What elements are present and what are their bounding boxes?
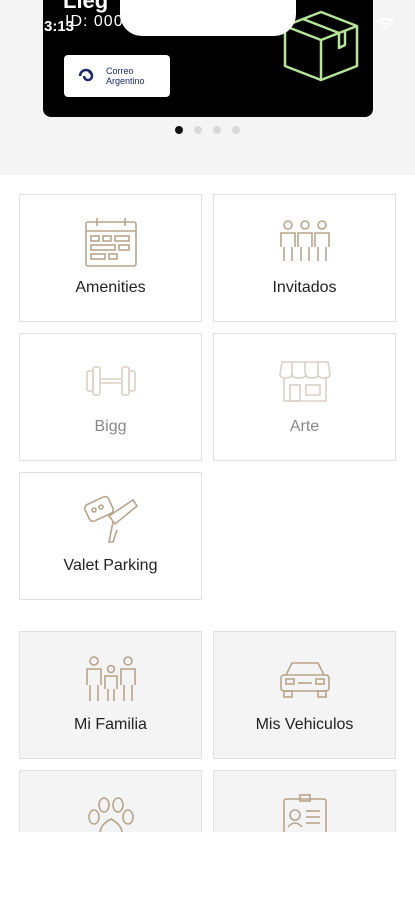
carousel-indicator[interactable] <box>0 126 415 134</box>
dumbbell-icon <box>85 366 136 396</box>
correo-logo-icon <box>78 68 94 82</box>
carousel-dot-2[interactable] <box>194 126 202 134</box>
tile-amenities-label: Amenities <box>75 279 146 296</box>
tile-bigg-label: Bigg <box>94 418 127 435</box>
status-time: 3:13 <box>44 18 75 35</box>
tile-arte-label: Arte <box>289 418 320 435</box>
storefront-icon <box>278 361 331 402</box>
tile-invitados[interactable]: Invitados <box>213 194 396 322</box>
tile-invitados-label: Invitados <box>272 279 337 296</box>
family-icon <box>85 656 136 701</box>
tile-valet-parking[interactable]: Valet Parking <box>19 472 202 600</box>
carousel-dot-1[interactable] <box>175 126 183 134</box>
tile-mis-vehiculos[interactable]: Mis Vehiculos <box>213 631 396 759</box>
status-icons <box>377 18 395 30</box>
tile-mis-vehiculos-label: Mis Vehiculos <box>255 716 354 733</box>
bottom-cover <box>0 832 415 900</box>
carousel-dot-3[interactable] <box>213 126 221 134</box>
tile-arte[interactable]: Arte <box>213 333 396 461</box>
guests-icon <box>279 220 330 261</box>
tile-amenities[interactable]: Amenities <box>19 194 202 322</box>
device-notch <box>120 0 296 36</box>
logo-line-1: Correo <box>106 66 134 76</box>
calendar-icon <box>84 218 137 267</box>
correo-argentino-logo: Correo Argentino <box>64 55 170 97</box>
tile-mi-familia[interactable]: Mi Familia <box>19 631 202 759</box>
tile-bigg[interactable]: Bigg <box>19 333 202 461</box>
car-icon <box>279 662 330 698</box>
wifi-icon <box>377 18 395 30</box>
tile-mi-familia-label: Mi Familia <box>74 716 147 733</box>
logo-line-2: Argentino <box>106 76 145 86</box>
tile-valet-parking-label: Valet Parking <box>63 557 158 574</box>
carousel-dot-4[interactable] <box>232 126 240 134</box>
banner-title: Lleg <box>63 0 109 13</box>
car-key-icon <box>83 495 138 543</box>
